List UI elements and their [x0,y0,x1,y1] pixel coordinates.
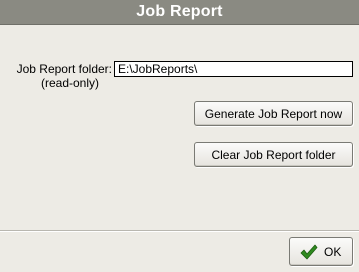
folder-label: Job Report folder: (read-only) [6,62,112,90]
generate-report-label: Generate Job Report now [204,106,343,121]
dialog-title: Job Report [136,3,223,20]
clear-folder-button[interactable]: Clear Job Report folder [194,142,353,167]
title-bar: Job Report [0,0,359,25]
footer-divider [0,230,359,232]
job-report-dialog: Job Report Job Report folder: (read-only… [0,0,359,272]
ok-button[interactable]: OK [289,237,353,266]
checkmark-icon [300,244,318,260]
clear-folder-label: Clear Job Report folder [211,147,336,162]
folder-label-text: Job Report folder: [16,62,112,76]
folder-path-field[interactable] [114,61,353,77]
ok-label: OK [324,244,342,259]
folder-readonly-note: (read-only) [40,76,100,90]
generate-report-button[interactable]: Generate Job Report now [194,101,353,126]
